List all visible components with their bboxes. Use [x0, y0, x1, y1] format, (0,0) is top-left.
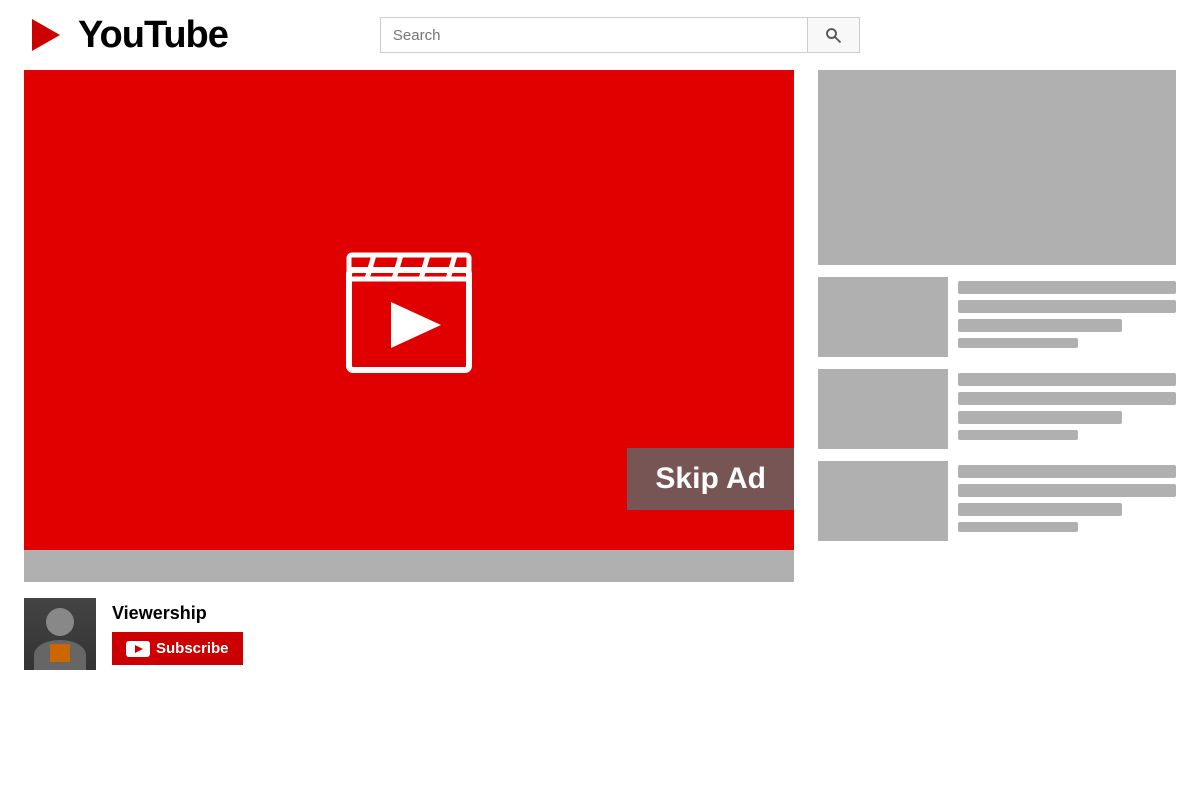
youtube-logo-icon [24, 13, 68, 57]
video-progress-bar[interactable] [24, 550, 794, 582]
related-sub-bar [958, 338, 1078, 348]
related-title-line-3 [958, 411, 1122, 424]
related-item [818, 461, 1176, 541]
channel-details: Viewership Subscribe [112, 603, 243, 665]
related-meta [958, 277, 1176, 348]
main-content: Skip Ad Viewership Subscri [0, 70, 1200, 798]
logo-area: YouTube [24, 13, 228, 57]
search-input[interactable] [380, 17, 808, 53]
video-player[interactable]: Skip Ad [24, 70, 794, 550]
related-title-line-1 [958, 281, 1176, 294]
related-title-line-3 [958, 503, 1122, 516]
related-thumbnail[interactable] [818, 277, 948, 357]
channel-name: Viewership [112, 603, 243, 624]
left-column: Skip Ad Viewership Subscri [24, 70, 794, 798]
subscribe-youtube-icon [126, 641, 150, 657]
related-videos [818, 277, 1176, 541]
related-thumbnail[interactable] [818, 461, 948, 541]
related-meta [958, 369, 1176, 440]
related-title-line-2 [958, 392, 1176, 405]
related-sub-bar [958, 430, 1078, 440]
related-title-line-1 [958, 373, 1176, 386]
search-button[interactable] [808, 17, 860, 53]
related-title-line-2 [958, 300, 1176, 313]
related-title-line-3 [958, 319, 1122, 332]
related-title-line-2 [958, 484, 1176, 497]
right-column [818, 70, 1176, 798]
avatar-head [46, 608, 74, 636]
related-meta [958, 461, 1176, 532]
logo-text: YouTube [78, 14, 228, 57]
film-clapperboard-icon [329, 230, 489, 390]
subscribe-label: Subscribe [156, 640, 229, 657]
related-sub-bar [958, 522, 1078, 532]
channel-avatar [24, 598, 96, 670]
channel-info: Viewership Subscribe [24, 582, 794, 670]
related-title-line-1 [958, 465, 1176, 478]
related-item [818, 277, 1176, 357]
related-item [818, 369, 1176, 449]
avatar-suit [50, 644, 70, 662]
avatar-figure [24, 598, 96, 670]
subscribe-button[interactable]: Subscribe [112, 632, 243, 665]
top-ad-banner [818, 70, 1176, 265]
search-bar [380, 17, 860, 53]
search-icon [824, 26, 842, 44]
header: YouTube [0, 0, 1200, 70]
related-thumbnail[interactable] [818, 369, 948, 449]
skip-ad-button[interactable]: Skip Ad [627, 448, 794, 510]
